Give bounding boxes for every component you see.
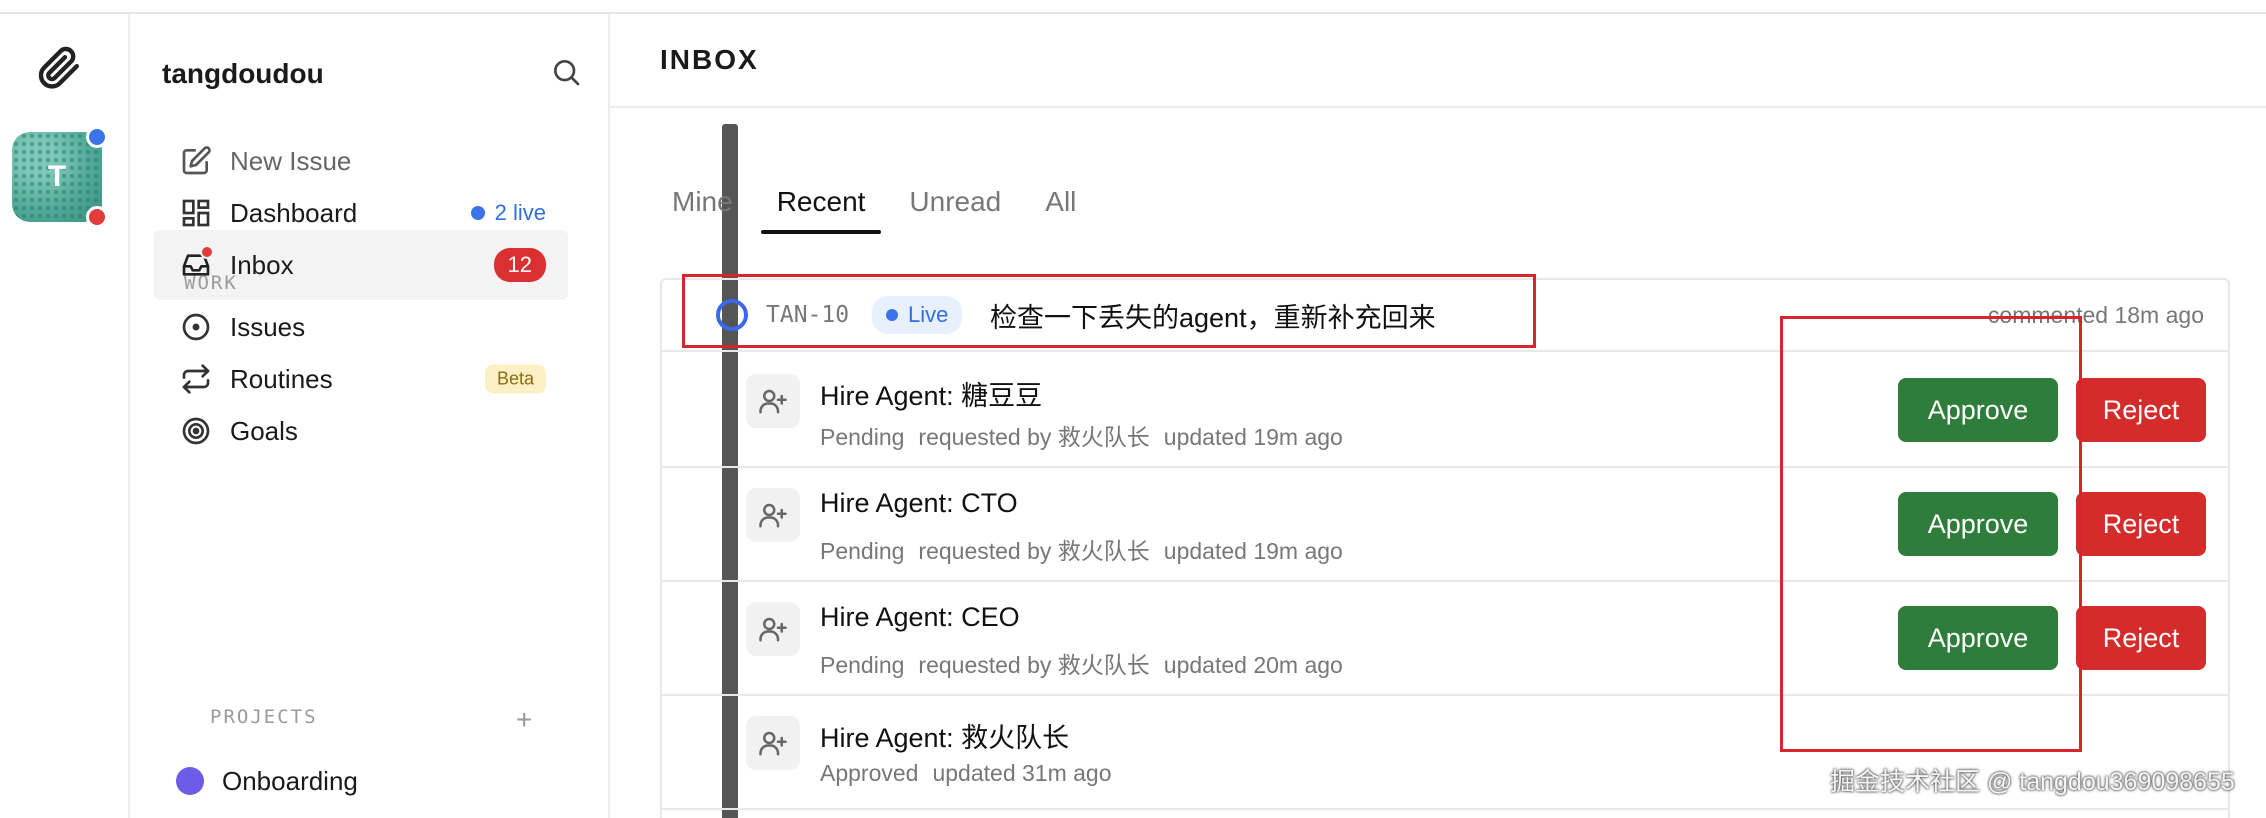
section-label-work: WORK [184, 272, 238, 294]
approval-status: Approved [820, 760, 919, 786]
edit-icon [178, 143, 214, 179]
issue-row[interactable]: TAN-10 Live 检查一下丢失的agent，重新补充回来 commente… [662, 280, 2228, 352]
approval-requested-by: requested by 救火队长 [918, 424, 1150, 450]
approve-button[interactable]: Approve [1898, 606, 2058, 670]
approval-status: Pending [820, 424, 905, 450]
approval-meta: Pending requested by 救火队长 updated 19m ago [820, 418, 1357, 452]
sidebar-item-goals[interactable]: Goals [154, 396, 568, 466]
inbox-unread-dot [200, 245, 214, 259]
issue-title: 检查一下丢失的agent，重新补充回来 [990, 302, 1436, 333]
sidebar-item-label: Onboarding [222, 765, 358, 796]
beta-badge: Beta [484, 364, 546, 394]
issue-meta: commented 18m ago [1987, 301, 2204, 328]
approval-status: Pending [820, 652, 905, 678]
user-plus-icon [746, 716, 800, 770]
project-color-dot [176, 767, 204, 795]
add-project-button[interactable]: + [516, 704, 532, 736]
tab-all[interactable]: All [1029, 174, 1092, 234]
inbox-tabs: Mine Recent Unread All [656, 174, 1104, 234]
paperclip-icon[interactable] [34, 44, 82, 92]
reject-button[interactable]: Reject [2076, 492, 2206, 556]
top-bar [0, 0, 2266, 14]
status-open-icon [716, 299, 748, 331]
approval-updated: updated 20m ago [1163, 652, 1343, 678]
approval-meta: Approved updated 31m ago [820, 760, 1126, 787]
approval-title: Hire Agent: CTO [820, 488, 1018, 518]
live-badge-label: Live [908, 302, 949, 327]
workspace-rail: T [0, 14, 130, 818]
approval-updated: updated 19m ago [1163, 424, 1343, 450]
routines-icon [178, 361, 214, 397]
inbox-count-badge: 12 [493, 248, 546, 282]
sidebar-item-project-onboarding[interactable]: Onboarding [154, 746, 568, 816]
tab-recent[interactable]: Recent [760, 174, 882, 234]
approve-button[interactable]: Approve [1898, 378, 2058, 442]
user-plus-icon [746, 602, 800, 656]
workspace-name[interactable]: tangdoudou [162, 58, 324, 90]
user-plus-icon [746, 374, 800, 428]
approval-updated: updated 19m ago [1163, 538, 1343, 564]
live-dot [470, 206, 485, 220]
issue-id: TAN-10 [766, 302, 850, 328]
sidebar: tangdoudou New Issue Dashboard 2 live In… [130, 14, 738, 818]
live-dot [886, 309, 898, 321]
dashboard-icon [178, 195, 214, 231]
avatar-status-dot [86, 126, 108, 148]
workspace-avatar[interactable]: T [12, 126, 108, 228]
sidebar-item-label: New Issue [230, 145, 352, 176]
approval-requested-by: requested by 救火队长 [918, 652, 1150, 678]
tab-mine[interactable]: Mine [656, 174, 749, 234]
avatar-letter: T [47, 160, 67, 193]
issues-icon [178, 309, 214, 345]
page-title: INBOX [660, 44, 759, 75]
tab-unread[interactable]: Unread [893, 174, 1017, 234]
reject-button[interactable]: Reject [2076, 606, 2206, 670]
user-plus-icon [746, 488, 800, 542]
live-badge: Live [872, 296, 963, 334]
main-header: INBOX [610, 14, 2266, 108]
approval-row[interactable]: Hire Agent: 糖豆豆 Pending requested by 救火队长… [662, 354, 2228, 468]
main-panel: INBOX Mine Recent Unread All TAN-10 Live… [608, 14, 2266, 818]
approval-status: Pending [820, 538, 905, 564]
approval-row[interactable]: Hire Agent: CTO Pending requested by 救火队长… [662, 468, 2228, 582]
reject-button[interactable]: Reject [2076, 378, 2206, 442]
workspace-header: tangdoudou [162, 44, 582, 104]
live-count: 2 live [494, 200, 546, 225]
approval-meta: Pending requested by 救火队长 updated 19m ago [820, 532, 1357, 566]
inbox-list: TAN-10 Live 检查一下丢失的agent，重新补充回来 commente… [660, 278, 2230, 818]
approval-title: Hire Agent: CEO [820, 602, 1020, 632]
sidebar-item-label: Inbox [230, 249, 294, 280]
sidebar-item-label: Issues [230, 311, 306, 342]
approval-meta: Pending requested by 救火队长 updated 20m ago [820, 646, 1357, 680]
section-label-projects: PROJECTS [210, 706, 318, 728]
sidebar-item-label: Dashboard [230, 197, 358, 228]
search-icon[interactable] [550, 56, 582, 93]
approve-button[interactable]: Approve [1898, 492, 2058, 556]
approval-row[interactable]: Hire Agent: CEO Pending requested by 救火队长… [662, 582, 2228, 696]
approval-requested-by: requested by 救火队长 [918, 538, 1150, 564]
approval-title: Hire Agent: 糖豆豆 [820, 381, 1043, 411]
sidebar-item-label: Goals [230, 415, 298, 446]
approval-updated: updated 31m ago [932, 760, 1112, 786]
live-indicator: 2 live [470, 200, 546, 226]
sidebar-item-label: Routines [230, 363, 333, 394]
watermark: 掘金技术社区 @ tangdou369098655 [1830, 768, 2235, 796]
approval-title: Hire Agent: 救火队长 [820, 723, 1070, 753]
goals-icon [178, 413, 214, 449]
avatar-alert-dot [86, 206, 108, 228]
